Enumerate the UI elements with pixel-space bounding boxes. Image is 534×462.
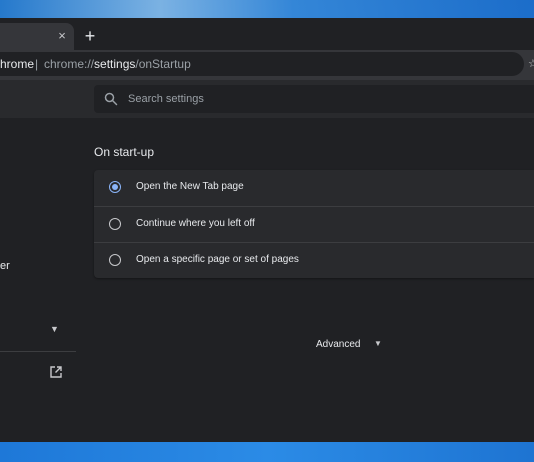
open-in-new-icon[interactable] [48,364,64,380]
radio-open-new-tab[interactable]: Open the New Tab page [94,170,534,206]
address-bar[interactable]: hrome | chrome://settings/onStartup [0,52,524,76]
advanced-button[interactable]: Advanced [316,338,360,352]
new-tab-button[interactable]: + [80,26,100,46]
tab-strip: × + [0,18,534,50]
bookmark-star-icon[interactable]: ☆ [528,57,534,71]
url-host: settings [94,57,136,71]
url-path: /onStartup [135,57,191,71]
sidebar-item-label[interactable]: er [0,259,10,273]
radio-label: Open a specific page or set of pages [136,254,299,265]
chevron-down-icon[interactable]: ▼ [50,324,60,334]
search-input[interactable] [128,85,518,113]
sidebar-divider [0,351,76,352]
desktop-light-streak [0,0,534,20]
radio-open-specific-pages[interactable]: Open a specific page or set of pages [94,242,534,279]
tab-settings[interactable]: × [0,23,74,50]
toolbar: hrome | chrome://settings/onStartup ☆ [0,50,534,80]
radio-button[interactable] [109,218,121,230]
taskbar-edge [0,442,534,462]
radio-label: Open the New Tab page [136,181,244,192]
radio-button[interactable] [109,254,121,266]
url-separator: | [35,57,39,71]
search-icon [104,92,118,106]
radio-button-checked[interactable] [109,181,121,193]
search-box[interactable] [94,85,534,113]
settings-main: On start-up Open the New Tab page Contin… [76,118,534,442]
chevron-down-icon[interactable]: ▼ [374,339,384,349]
settings-sidebar: er ▼ [0,118,76,442]
chrome-window: × + hrome | chrome://settings/onStartup … [0,18,534,442]
url-scheme: chrome:// [44,57,95,71]
settings-header [0,80,534,119]
close-tab-icon[interactable]: × [55,28,69,44]
url-text[interactable]: chrome://settings/onStartup [44,52,191,76]
section-title: On start-up [94,145,155,159]
radio-continue-where-left-off[interactable]: Continue where you left off [94,206,534,243]
site-chip-label: hrome [0,57,35,71]
radio-label: Continue where you left off [136,218,255,229]
startup-options-card: Open the New Tab page Continue where you… [94,170,534,278]
